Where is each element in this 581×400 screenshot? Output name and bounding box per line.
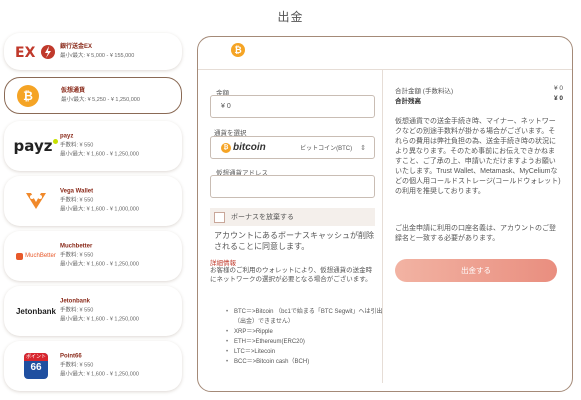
method-bank-ex[interactable]: EX 銀行送金EX 最小/最大: ¥ 5,000 - ¥ 155,000 [4,33,182,70]
bitcoin-logo: ₿ bitcoin [221,142,266,153]
point66-logo-number: 66 [30,362,42,373]
account-name-note: ご出金申請に利用の口座名義は、アカウントのご登録名と一致する必要があります。 [395,225,556,242]
method-payz[interactable]: payz payz 手数料: ¥ 550 最小/最大: ¥ 1,600 - ¥ … [4,121,182,171]
method-limits: 最小/最大: ¥ 1,600 - ¥ 1,250,000 [60,151,139,158]
method-fee: 手数料: ¥ 550 [60,252,94,259]
method-limits: 最小/最大: ¥ 1,600 - ¥ 1,000,000 [60,206,139,213]
divider [198,69,572,70]
bank-ex-logo-mark: EX [15,44,55,61]
vega-wallet-logo [12,189,60,213]
balance-value: ¥ 0 [553,95,563,102]
method-fee: 手数料: ¥ 550 [60,307,94,314]
asset-item: BTC＝>Bitcoin （bc1で始まる「BTC Segwit」へは引出（出金… [226,307,384,327]
method-jetonbank[interactable]: Jetonbank Jetonbank 手数料: ¥ 550 最小/最大: ¥ … [4,286,182,336]
bonus-forfeit-row[interactable]: ボーナスを放棄する [210,208,375,226]
method-name: Vega Wallet [60,188,94,195]
method-fee: 手数料: ¥ 550 [60,362,94,369]
jetonbank-logo: Jetonbank [12,299,60,323]
method-limits: 最小/最大: ¥ 5,250 - ¥ 1,250,000 [61,96,140,103]
jetonbank-logo-text: Jetonbank [15,306,56,316]
currency-value: ビットコイン(BTC) [300,146,353,152]
method-limits: 最小/最大: ¥ 5,000 - ¥ 155,000 [60,52,135,59]
method-limits: 最小/最大: ¥ 1,600 - ¥ 1,250,000 [60,316,139,323]
method-fee: 手数料: ¥ 550 [60,142,94,149]
asset-item: BCC＝>Bitcoin cash（BCH) [226,357,384,367]
bank-ex-logo: EX [12,40,60,64]
asset-item: XRP＝>Ripple [226,327,384,337]
method-name: Point66 [60,353,82,360]
total-row: 合計金額 (手数料込) ¥ 0 [395,85,563,95]
method-limits: 最小/最大: ¥ 1,600 - ¥ 1,250,000 [60,371,139,378]
total-value: ¥ 0 [553,85,563,92]
method-name: Muchbetter [60,243,93,250]
payz-logo: payz [12,134,60,158]
method-name: 銀行送金EX [60,43,93,50]
point66-logo: ポイント 66 [12,353,60,379]
total-label: 合計金額 (手数料込) [395,88,454,95]
bonus-forfeit-label: ボーナスを放棄する [231,214,294,221]
details-text: お客様のご利用のウォレットにより、仮想通貨の送金時にネットワークの選択が必要とな… [210,267,373,283]
method-point66[interactable]: ポイント 66 Point66 手数料: ¥ 550 最小/最大: ¥ 1,60… [4,341,182,391]
muchbetter-logo-text: MuchBetter [25,253,56,259]
currency-select[interactable]: ₿ bitcoin ビットコイン(BTC) ⇕ [210,136,375,159]
method-muchbetter[interactable]: MuchBetter Muchbetter 手数料: ¥ 550 最小/最大: … [4,231,182,281]
method-crypto[interactable]: ₿ 仮想通貨 最小/最大: ¥ 5,250 - ¥ 1,250,000 [4,77,182,114]
payz-logo-text: payz [13,137,53,155]
method-limits: 最小/最大: ¥ 1,600 - ¥ 1,250,000 [60,261,139,268]
bitcoin-icon: ₿ [13,84,43,108]
balance-label: 合計残高 [395,98,421,105]
bitcoin-logo-text: bitcoin [233,142,266,153]
point66-logo-top: ポイント [24,353,48,361]
asset-item: ETH＝>Ethereum(ERC20) [226,337,384,347]
asset-list: BTC＝>Bitcoin （bc1で始まる「BTC Segwit」へは引出（出金… [226,307,384,367]
bitcoin-icon: ₿ [231,43,245,57]
fee-notes: 仮想通貨での送金手続き時、マイナー、ネットワークなどの別途手数料が掛かる場合がご… [395,118,561,195]
asset-item: LTC＝>Litecoin [226,347,384,357]
withdraw-panel: ₿ 金額 ¥ 0 通貨を選択 ₿ bitcoin ビットコイン(BTC) ⇕ 仮想… [197,36,573,392]
bonus-forfeit-checkbox[interactable] [214,211,225,223]
method-name: payz [60,133,74,140]
method-vega-wallet[interactable]: Vega Wallet 手数料: ¥ 550 最小/最大: ¥ 1,600 - … [4,176,182,226]
amount-input[interactable]: ¥ 0 [210,95,375,118]
crypto-address-input[interactable] [210,175,375,198]
withdraw-button[interactable]: 出金する [395,259,557,282]
method-name: Jetonbank [60,298,91,305]
method-name: 仮想通貨 [61,87,86,94]
bonus-note: アカウントにあるボーナスキャッシュが削除されることに同意します。 [214,231,374,251]
page-title: 出金 [277,10,304,24]
balance-row: 合計残高 ¥ 0 [395,95,563,105]
svg-text:EX: EX [15,45,36,61]
muchbetter-logo: MuchBetter [12,244,60,268]
chevron-updown-icon: ⇕ [360,144,366,152]
method-fee: 手数料: ¥ 550 [60,197,94,204]
